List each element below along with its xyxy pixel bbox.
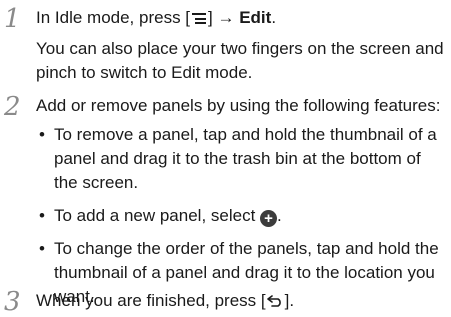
list-item: • To add a new panel, select +. <box>36 204 449 228</box>
step-number: 2 <box>4 92 21 122</box>
step-note-line: You can also place your two fingers on t… <box>36 39 444 58</box>
step-instruction: Add or remove panels by using the follow… <box>36 96 441 115</box>
feature-list: • To remove a panel, tap and hold the th… <box>36 123 449 309</box>
bullet-text: the screen. <box>54 173 139 192</box>
bullet-text-part: To add a new panel, select <box>54 206 261 225</box>
instruction-text: ] → <box>208 8 240 27</box>
bullet-text: To change the order of the panels, tap a… <box>54 239 439 258</box>
back-key-icon <box>266 295 281 307</box>
step-note-line: pinch to switch to Edit mode. <box>36 63 253 82</box>
list-item: • To remove a panel, tap and hold the th… <box>36 123 449 195</box>
bullet-icon: • <box>39 125 45 144</box>
step-body: When you are finished, press []. <box>36 289 449 313</box>
instruction-text: When you are finished, press [ <box>36 291 266 310</box>
instruction-text: . <box>271 8 277 27</box>
step-instruction: In Idle mode, press [ ] → Edit. <box>36 6 449 30</box>
step-number: 3 <box>4 287 21 317</box>
bullet-text: thumbnail of a panel and drag it to the … <box>54 263 435 282</box>
add-circle-icon: + <box>260 210 278 227</box>
instruction-text: In Idle mode, press [ <box>36 8 191 27</box>
bullet-icon: • <box>39 239 45 258</box>
bullet-text: To add a new panel, select +. <box>54 204 449 228</box>
menu-key-icon <box>191 13 207 24</box>
step-instruction: When you are finished, press []. <box>36 289 449 313</box>
edit-label: Edit <box>239 8 272 27</box>
step-body: Add or remove panels by using the follow… <box>36 94 449 309</box>
bullet-text: panel and drag it to the trash bin at th… <box>54 149 421 168</box>
instruction-text: ]. <box>284 291 295 310</box>
bullet-icon: • <box>39 206 45 225</box>
bullet-text-part: . <box>277 206 282 225</box>
step-body: In Idle mode, press [ ] → Edit. You can a… <box>36 6 449 85</box>
step-number: 1 <box>4 4 21 34</box>
bullet-text: To remove a panel, tap and hold the thum… <box>54 125 437 144</box>
